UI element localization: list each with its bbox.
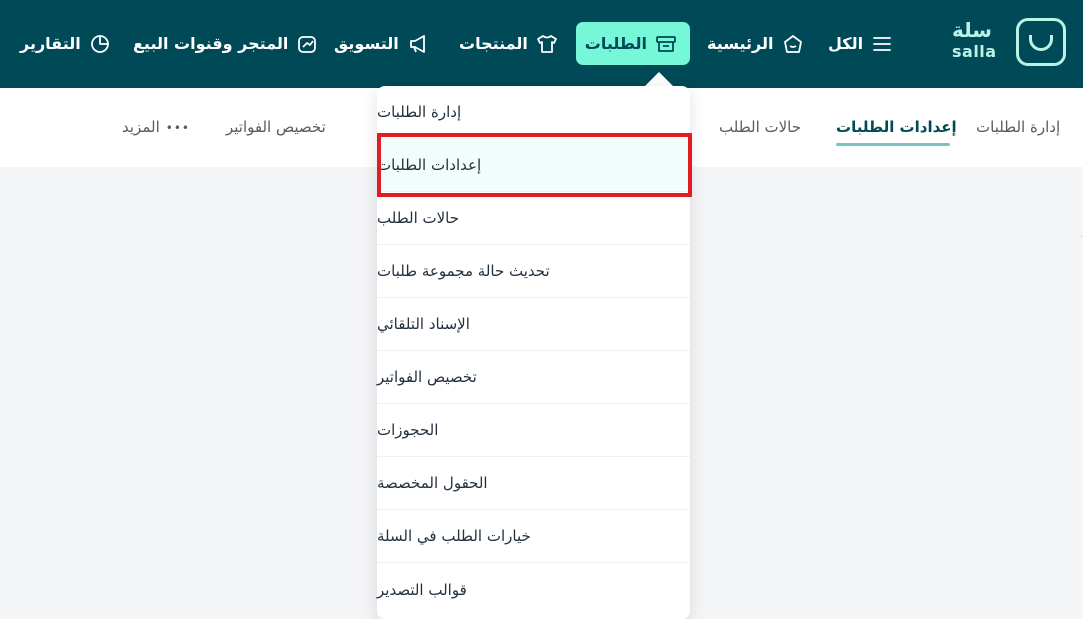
content-edge-line xyxy=(1079,236,1083,237)
dropdown-item-export-templates[interactable]: قوالب التصدير xyxy=(377,563,690,616)
menu-icon xyxy=(871,33,893,55)
nav-all-label: الكل xyxy=(828,34,864,53)
nav-reports[interactable]: التقارير xyxy=(20,22,111,65)
nav-store-channels[interactable]: المتجر وقنوات البيع xyxy=(133,22,318,65)
pie-chart-icon xyxy=(89,33,111,55)
dropdown-caret xyxy=(645,72,673,86)
dropdown-item-invoice-customization[interactable]: تخصيص الفواتير xyxy=(377,351,690,404)
megaphone-icon xyxy=(407,33,429,55)
salla-logo-icon xyxy=(1016,18,1066,66)
more-dots-icon: ••• xyxy=(165,121,190,135)
nav-home-label: الرئيسية xyxy=(707,34,774,53)
tshirt-icon xyxy=(536,33,558,55)
subnav-manage-orders[interactable]: إدارة الطلبات xyxy=(976,118,1060,136)
nav-marketing-label: التسويق xyxy=(334,34,399,53)
salla-logo[interactable]: سلة salla xyxy=(948,18,1066,66)
nav-store-channels-label: المتجر وقنوات البيع xyxy=(133,34,289,53)
subnav-order-settings[interactable]: إعدادات الطلبات xyxy=(836,118,957,136)
nav-all[interactable]: الكل xyxy=(828,22,893,65)
nav-home[interactable]: الرئيسية xyxy=(707,22,804,65)
nav-marketing[interactable]: التسويق xyxy=(334,22,429,65)
top-navbar: سلة salla الكل الرئيسية الطلبات المنتجات xyxy=(0,0,1083,88)
highlight-annotation-box xyxy=(377,133,692,197)
active-subnav-underline xyxy=(836,143,950,146)
nav-products-label: المنتجات xyxy=(459,34,528,53)
dropdown-item-auto-assign[interactable]: الإسناد التلقائي xyxy=(377,298,690,351)
dropdown-item-custom-fields[interactable]: الحقول المخصصة xyxy=(377,457,690,510)
dropdown-item-cart-order-options[interactable]: خيارات الطلب في السلة xyxy=(377,510,690,563)
store-icon xyxy=(296,33,318,55)
box-icon xyxy=(655,33,677,55)
subnav-more-label: المزيد xyxy=(122,118,160,136)
dropdown-item-manage-orders[interactable]: إدارة الطلبات xyxy=(377,86,690,139)
subnav-invoice-customization[interactable]: تخصيص الفواتير xyxy=(226,118,326,136)
logo-text-en: salla xyxy=(952,42,997,61)
dropdown-item-order-statuses[interactable]: حالات الطلب xyxy=(377,192,690,245)
nav-orders[interactable]: الطلبات xyxy=(576,22,690,65)
nav-products[interactable]: المنتجات xyxy=(459,22,558,65)
dropdown-item-reservations[interactable]: الحجوزات xyxy=(377,404,690,457)
home-icon xyxy=(782,33,804,55)
subnav-order-statuses[interactable]: حالات الطلب xyxy=(719,118,801,136)
subnav-more[interactable]: ••• المزيد xyxy=(122,118,190,136)
logo-text-ar: سلة xyxy=(952,18,992,42)
dropdown-item-bulk-status-update[interactable]: تحديث حالة مجموعة طلبات xyxy=(377,245,690,298)
nav-orders-label: الطلبات xyxy=(584,34,647,53)
nav-reports-label: التقارير xyxy=(20,34,81,53)
